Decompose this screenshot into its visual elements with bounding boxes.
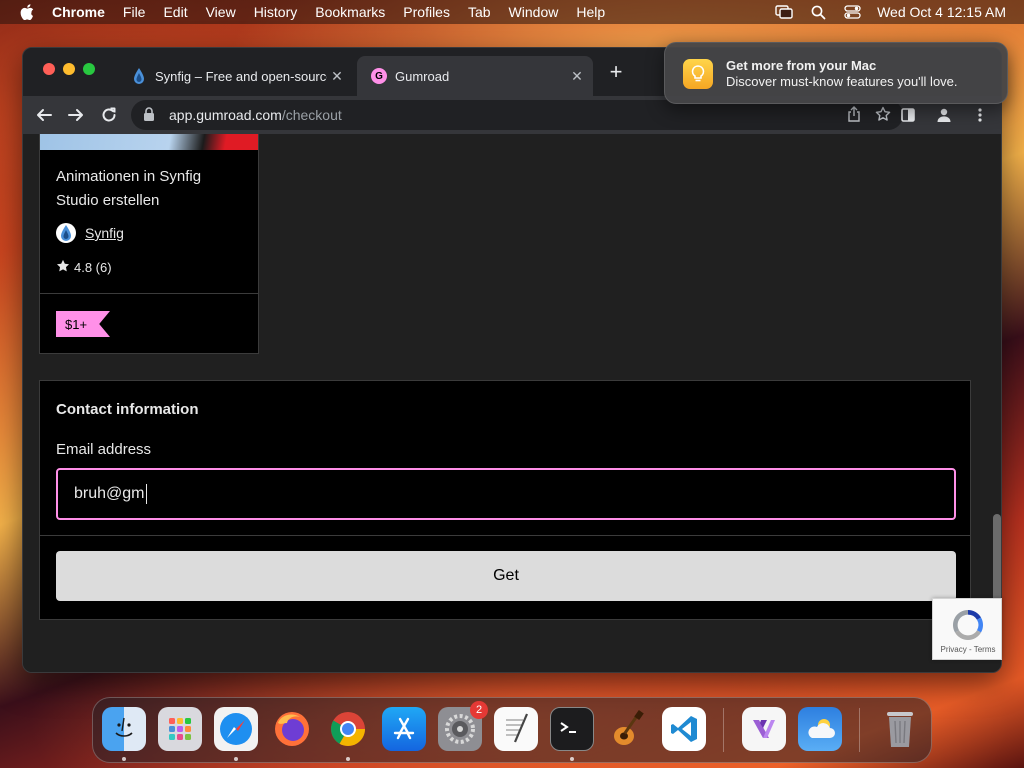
dock-separator bbox=[723, 708, 724, 752]
app-store-icon[interactable] bbox=[382, 707, 426, 751]
tips-lightbulb-icon bbox=[683, 59, 713, 89]
contact-information-panel: Contact information Email address bruh@g… bbox=[39, 380, 971, 620]
fullscreen-window-button[interactable] bbox=[83, 63, 95, 75]
apple-menu-icon[interactable] bbox=[16, 0, 38, 24]
url-host: app.gumroad.com bbox=[169, 107, 282, 123]
text-caret bbox=[145, 484, 147, 504]
address-bar[interactable]: app.gumroad.com/checkout bbox=[131, 100, 903, 130]
browser-window: Synfig – Free and open-source ✕ G Gumroa… bbox=[22, 47, 1002, 673]
menu-bookmarks[interactable]: Bookmarks bbox=[315, 4, 385, 20]
launchpad-icon[interactable] bbox=[158, 707, 202, 751]
forward-arrow-icon[interactable] bbox=[63, 102, 89, 128]
product-thumbnail bbox=[40, 134, 258, 150]
menu-file[interactable]: File bbox=[123, 4, 146, 20]
new-tab-button[interactable]: + bbox=[605, 61, 627, 84]
menu-profiles[interactable]: Profiles bbox=[403, 4, 450, 20]
synfig-icon bbox=[131, 68, 147, 84]
gumroad-icon: G bbox=[371, 68, 387, 84]
dock-separator bbox=[859, 708, 860, 752]
side-panel-icon[interactable] bbox=[895, 102, 921, 128]
running-indicator bbox=[570, 757, 574, 761]
menu-view[interactable]: View bbox=[206, 4, 236, 20]
firefox-icon[interactable] bbox=[270, 707, 314, 751]
tab-synfig[interactable]: Synfig – Free and open-source ✕ bbox=[117, 56, 353, 96]
weather-icon[interactable] bbox=[798, 707, 842, 751]
notification-body: Discover must-know features you'll love. bbox=[726, 74, 958, 89]
trash-icon[interactable] bbox=[878, 707, 922, 751]
recaptcha-badge[interactable]: Privacy - Terms bbox=[932, 598, 1002, 660]
menu-history[interactable]: History bbox=[254, 4, 298, 20]
menu-bar: Chrome File Edit View History Bookmarks … bbox=[0, 0, 1024, 24]
product-title[interactable]: Animationen in Synfig Studio erstellen bbox=[56, 165, 246, 213]
creator-name[interactable]: Synfig bbox=[85, 225, 124, 241]
visual-studio-icon[interactable] bbox=[742, 707, 786, 751]
menu-help[interactable]: Help bbox=[576, 4, 605, 20]
minimize-window-button[interactable] bbox=[63, 63, 75, 75]
creator-link[interactable]: Synfig bbox=[56, 223, 124, 243]
menu-edit[interactable]: Edit bbox=[163, 4, 187, 20]
profile-icon[interactable] bbox=[931, 102, 957, 128]
url-path: /checkout bbox=[281, 107, 342, 123]
close-tab-icon[interactable]: ✕ bbox=[567, 68, 587, 85]
panel-divider bbox=[40, 535, 970, 536]
recaptcha-icon bbox=[950, 607, 986, 643]
safari-icon[interactable] bbox=[214, 707, 258, 751]
creator-avatar bbox=[56, 223, 76, 243]
menu-clock[interactable]: Wed Oct 4 12:15 AM bbox=[877, 4, 1006, 20]
back-arrow-icon[interactable] bbox=[31, 102, 57, 128]
system-settings-icon[interactable]: 2 bbox=[438, 701, 488, 751]
control-center-icon[interactable] bbox=[843, 4, 861, 20]
share-icon[interactable] bbox=[847, 105, 861, 125]
recaptcha-links[interactable]: Privacy - Terms bbox=[933, 645, 1003, 654]
lock-icon[interactable] bbox=[143, 107, 157, 123]
dock: 2 bbox=[92, 697, 932, 763]
close-tab-icon[interactable]: ✕ bbox=[327, 68, 347, 85]
page-viewport: Animationen in Synfig Studio erstellen S… bbox=[23, 134, 1001, 672]
chrome-icon[interactable] bbox=[326, 707, 370, 751]
email-input[interactable]: bruh@gm bbox=[56, 468, 956, 520]
close-window-button[interactable] bbox=[43, 63, 55, 75]
tab-gumroad[interactable]: G Gumroad ✕ bbox=[357, 56, 593, 96]
textedit-icon[interactable] bbox=[494, 707, 538, 751]
product-rating: 4.8 (6) bbox=[56, 259, 112, 276]
running-indicator bbox=[346, 757, 350, 761]
notification-banner[interactable]: Get more from your Mac Discover must-kno… bbox=[664, 42, 1008, 104]
star-icon bbox=[56, 259, 70, 276]
email-value: bruh@gm bbox=[74, 485, 145, 502]
running-indicator bbox=[122, 757, 126, 761]
menu-window[interactable]: Window bbox=[509, 4, 559, 20]
email-label: Email address bbox=[56, 441, 152, 458]
more-menu-icon[interactable] bbox=[967, 102, 993, 128]
notification-badge: 2 bbox=[470, 701, 488, 719]
price-tag: $1+ bbox=[56, 311, 110, 337]
card-divider bbox=[40, 293, 258, 294]
menu-app-name[interactable]: Chrome bbox=[52, 4, 105, 20]
tab-title: Synfig – Free and open-source bbox=[155, 68, 327, 84]
menu-tab[interactable]: Tab bbox=[468, 4, 491, 20]
product-card[interactable]: Animationen in Synfig Studio erstellen S… bbox=[39, 134, 259, 354]
get-button[interactable]: Get bbox=[56, 551, 956, 601]
contact-heading: Contact information bbox=[56, 401, 199, 418]
reload-icon[interactable] bbox=[96, 102, 122, 128]
notification-title: Get more from your Mac bbox=[726, 58, 877, 73]
terminal-icon[interactable] bbox=[550, 707, 594, 751]
bookmark-star-icon[interactable] bbox=[875, 106, 891, 125]
finder-icon[interactable] bbox=[102, 707, 146, 751]
screen-mirroring-icon[interactable] bbox=[775, 4, 793, 20]
vscode-icon[interactable] bbox=[662, 707, 706, 751]
garageband-icon[interactable] bbox=[606, 707, 650, 751]
tab-title: Gumroad bbox=[395, 68, 450, 84]
spotlight-search-icon[interactable] bbox=[809, 4, 827, 20]
rating-value: 4.8 (6) bbox=[74, 260, 112, 275]
running-indicator bbox=[234, 757, 238, 761]
